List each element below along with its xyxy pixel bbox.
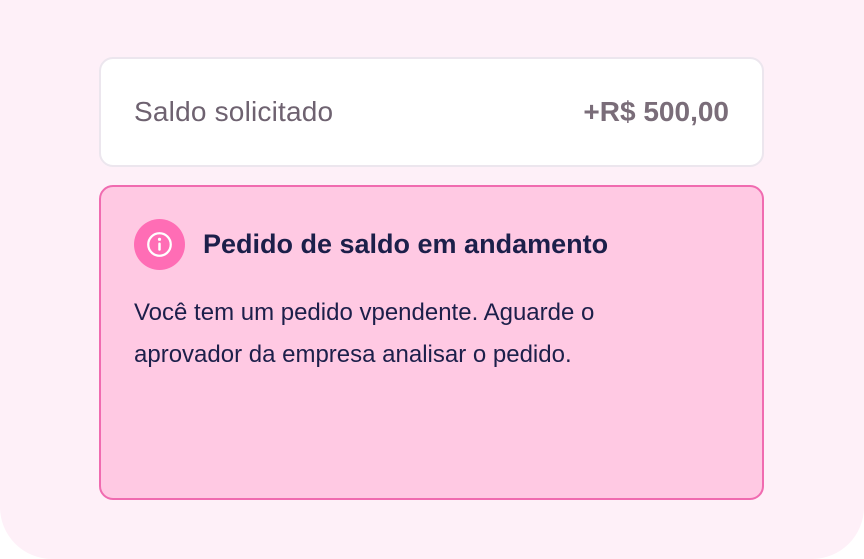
alert-header: Pedido de saldo em andamento (134, 219, 729, 270)
info-icon (134, 219, 185, 270)
requested-balance-card: Saldo solicitado +R$ 500,00 (99, 57, 764, 167)
alert-message: Você tem um pedido vpendente. Aguarde o … (134, 299, 595, 368)
pending-request-alert: Pedido de saldo em andamento Você tem um… (99, 185, 764, 500)
requested-balance-value: +R$ 500,00 (583, 96, 729, 127)
alert-title: Pedido de saldo em andamento (203, 229, 609, 259)
balance-request-panel: Saldo solicitado +R$ 500,00 Pedido de sa… (0, 0, 864, 559)
requested-balance-label: Saldo solicitado (134, 96, 334, 127)
